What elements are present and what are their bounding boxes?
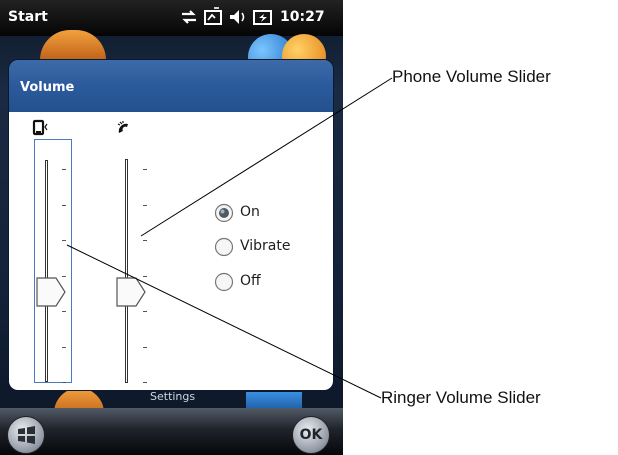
ringer-volume-thumb[interactable]: [36, 277, 66, 307]
soft-key-bar: OK: [0, 408, 343, 455]
battery-charging-icon[interactable]: [252, 6, 274, 28]
windows-start-button[interactable]: [7, 416, 45, 454]
slider-tick: [143, 346, 147, 348]
slider-tick: [143, 240, 147, 241]
phone-volume-slider-callout: Phone Volume Slider: [392, 67, 551, 86]
radio-label: On: [240, 204, 260, 220]
ringer-phone-icon: [32, 119, 48, 136]
settings-label: Settings: [150, 390, 196, 403]
slider-tick: [62, 382, 66, 383]
start-label[interactable]: Start: [8, 9, 48, 25]
connectivity-icon[interactable]: [202, 6, 224, 28]
slider-tick: [62, 275, 66, 277]
radio-button-icon[interactable]: [214, 272, 234, 292]
volume-dialog: Volume On Vibrate Off: [9, 60, 333, 390]
slider-tick: [143, 204, 147, 206]
dialog-title: Volume: [20, 80, 75, 95]
ringer-volume-track[interactable]: [45, 160, 48, 382]
slider-tick: [62, 346, 66, 348]
status-bar: Start 10:27: [0, 0, 343, 36]
clock[interactable]: 10:27: [280, 9, 325, 25]
device-screen: Start 10:27 Settings Volume On Vibrate O…: [0, 0, 343, 455]
phone-volume-track[interactable]: [125, 159, 128, 383]
slider-tick: [143, 275, 147, 277]
phone-handset-icon: [117, 121, 128, 133]
slider-tick: [62, 311, 66, 312]
radio-label: Off: [240, 273, 261, 289]
radio-button-selected-icon[interactable]: [214, 203, 234, 223]
ringer-slider-focus-frame: [34, 139, 72, 383]
slider-tick: [62, 204, 66, 206]
ok-button[interactable]: OK: [292, 416, 330, 454]
slider-tick: [143, 311, 147, 312]
radio-button-icon[interactable]: [214, 237, 234, 257]
dialog-body: On Vibrate Off: [9, 112, 333, 390]
network-sync-icon[interactable]: [178, 6, 200, 28]
dialog-header: Volume: [9, 60, 333, 112]
slider-tick: [143, 382, 147, 383]
slider-tick: [62, 240, 66, 241]
slider-tick: [143, 169, 147, 170]
speaker-icon[interactable]: [226, 6, 248, 28]
windows-logo-icon: [18, 426, 35, 444]
phone-volume-thumb[interactable]: [116, 277, 146, 307]
ringer-volume-slider-callout: Ringer Volume Slider: [381, 388, 541, 407]
slider-tick: [62, 169, 66, 170]
radio-label: Vibrate: [240, 238, 291, 254]
